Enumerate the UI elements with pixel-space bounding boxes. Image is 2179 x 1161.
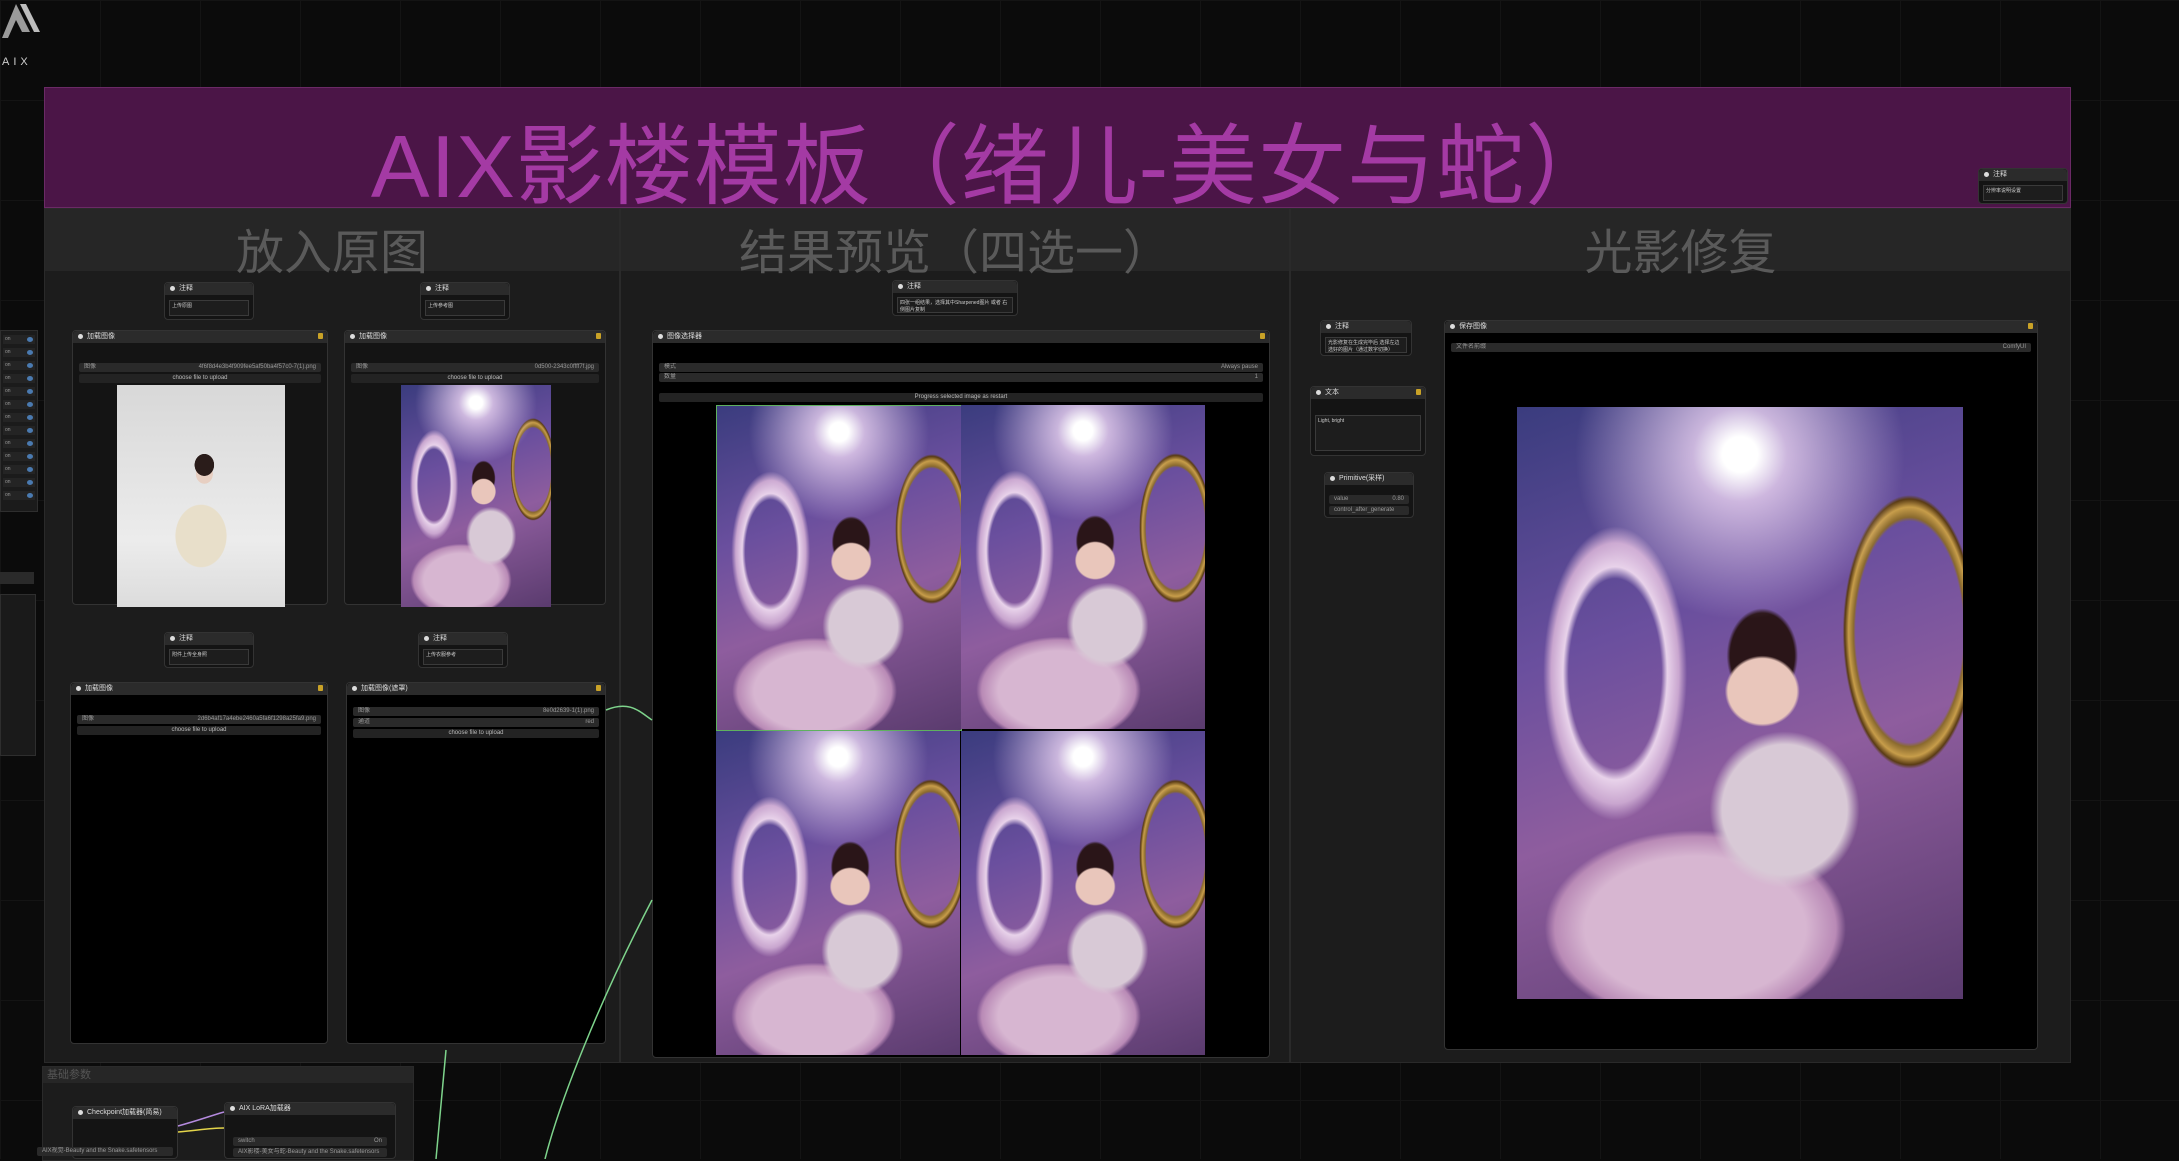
node-wires	[177, 705, 653, 1159]
